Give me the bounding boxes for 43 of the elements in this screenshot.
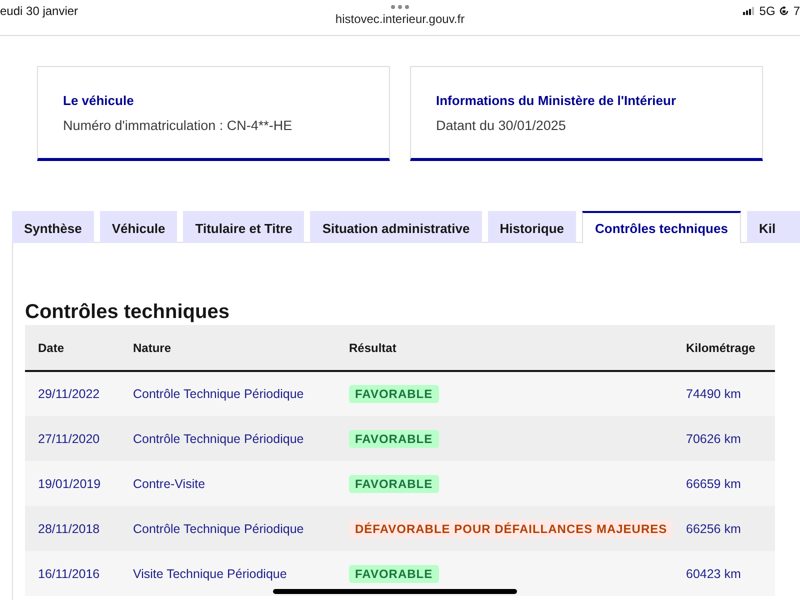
rotation-lock-icon xyxy=(779,6,790,16)
column-header: Nature xyxy=(120,325,336,371)
card-title: Le véhicule xyxy=(63,93,135,108)
table-cell: 66659 km xyxy=(673,461,775,506)
table-cell: 19/01/2019 xyxy=(25,461,120,506)
table-cell: 29/11/2022 xyxy=(25,371,120,416)
table-cell: Contrôle Technique Périodique xyxy=(120,416,336,461)
tab[interactable]: Titulaire et Titre xyxy=(183,211,304,243)
table-cell: 66256 km xyxy=(673,506,775,551)
table-cell: 74490 km xyxy=(673,371,775,416)
table-cell: 28/11/2018 xyxy=(25,506,120,551)
tab[interactable]: Synthèse xyxy=(12,211,94,243)
status-text: 7 xyxy=(793,4,800,18)
column-header: Date xyxy=(25,325,120,371)
table-cell: Visite Technique Périodique xyxy=(120,551,336,596)
table-cell: 70626 km xyxy=(673,416,775,461)
column-header: Résultat xyxy=(336,325,673,371)
tab[interactable]: Véhicule xyxy=(100,211,178,243)
column-header: Kilométrage xyxy=(673,325,775,371)
tab[interactable]: Situation administrative xyxy=(310,211,482,243)
tab[interactable]: Historique xyxy=(488,211,576,243)
network-label: 5G xyxy=(759,4,776,18)
table-cell: Contre-Visite xyxy=(120,461,336,506)
card-text: Numéro d'immatriculation : CN-4**-HE xyxy=(63,118,294,133)
result-badge: FAVORABLE xyxy=(349,430,439,448)
table-cell: Contrôle Technique Périodique xyxy=(120,506,336,551)
table-cell: 60423 km xyxy=(673,551,775,596)
url-address[interactable]: histovec.interieur.gouv.fr xyxy=(335,12,465,26)
more-dots-icon[interactable] xyxy=(391,5,409,9)
status-date: eudi 30 janvier xyxy=(0,4,78,18)
tab[interactable]: Kil xyxy=(746,211,800,243)
tab[interactable]: Contrôles techniques xyxy=(582,211,741,243)
section-title: Contrôles techniques xyxy=(25,300,230,324)
signal-icon xyxy=(743,7,756,15)
table-cell: Contrôle Technique Périodique xyxy=(120,371,336,416)
card-title: Informations du Ministère de l'Intérieur xyxy=(436,93,678,108)
card-text: Datant du 30/01/2025 xyxy=(436,118,567,133)
result-badge: FAVORABLE xyxy=(349,385,439,403)
result-badge: DÉFAVORABLE POUR DÉFAILLANCES MAJEURES xyxy=(349,520,674,538)
table-cell: 27/11/2020 xyxy=(25,416,120,461)
result-badge: FAVORABLE xyxy=(349,474,439,492)
table-cell: 16/11/2016 xyxy=(25,551,120,596)
result-badge: FAVORABLE xyxy=(349,564,439,582)
